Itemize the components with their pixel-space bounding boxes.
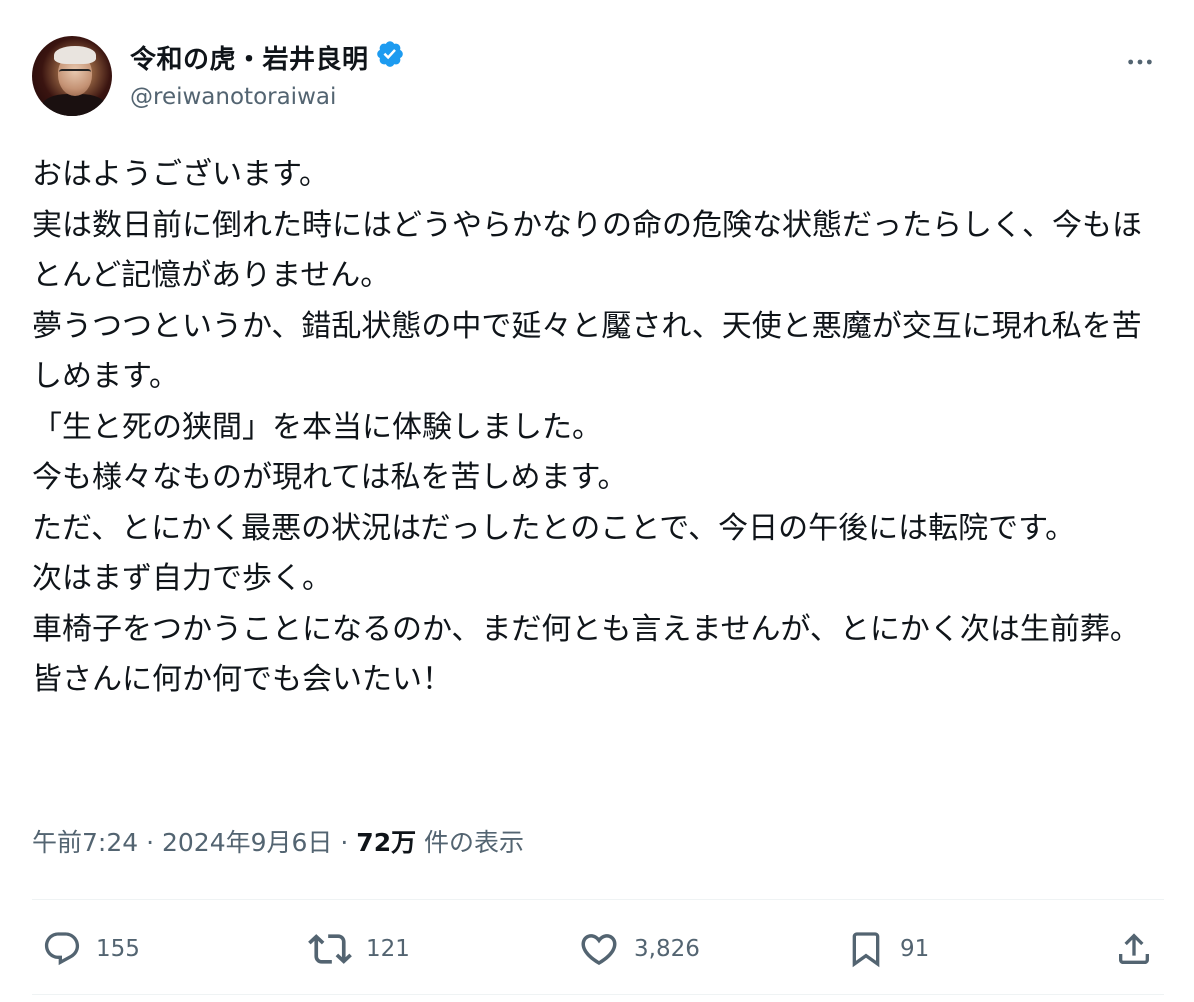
bookmark-count: 91 — [900, 936, 930, 962]
bookmark-icon — [846, 929, 886, 969]
bookmark-button[interactable]: 91 — [846, 918, 929, 980]
like-icon — [578, 928, 620, 970]
tweet-time[interactable]: 午前7:24 — [32, 828, 138, 857]
tweet-text: おはようございます。 実は数日前に倒れた時にはどうやらかなりの命の危険な状態だっ… — [32, 157, 1142, 697]
retweet-button[interactable]: 121 — [308, 918, 410, 980]
like-button[interactable]: 3,826 — [578, 918, 700, 980]
display-name-text[interactable]: 令和の虎・岩井良明 — [130, 45, 369, 75]
views-count: 72万 — [356, 828, 417, 857]
divider — [32, 994, 1164, 995]
more-icon[interactable] — [1122, 44, 1158, 80]
views-label: 件の表示 — [424, 828, 525, 857]
meta-separator: · — [340, 828, 349, 857]
reply-icon — [42, 929, 82, 969]
tweet-header: 令和の虎・岩井良明 @reiwanotoraiwai — [32, 36, 1162, 120]
verified-badge-icon[interactable] — [375, 39, 405, 78]
like-count: 3,826 — [634, 936, 700, 962]
author-handle[interactable]: @reiwanotoraiwai — [130, 82, 336, 112]
share-icon — [1114, 929, 1154, 969]
author-display-name[interactable]: 令和の虎・岩井良明 — [130, 41, 405, 80]
tweet-meta: 午前7:24 · 2024年9月6日 · 72万 件の表示 — [32, 826, 524, 860]
action-bar: 155 121 3,826 91 — [32, 918, 1164, 980]
retweet-count: 121 — [366, 936, 410, 962]
divider — [32, 899, 1164, 900]
tweet-date[interactable]: 2024年9月6日 — [162, 828, 332, 857]
reply-button[interactable]: 155 — [42, 918, 140, 980]
meta-separator: · — [146, 828, 155, 857]
reply-count: 155 — [96, 936, 140, 962]
share-button[interactable] — [1114, 918, 1154, 980]
retweet-icon — [308, 927, 352, 971]
avatar[interactable] — [32, 36, 112, 116]
